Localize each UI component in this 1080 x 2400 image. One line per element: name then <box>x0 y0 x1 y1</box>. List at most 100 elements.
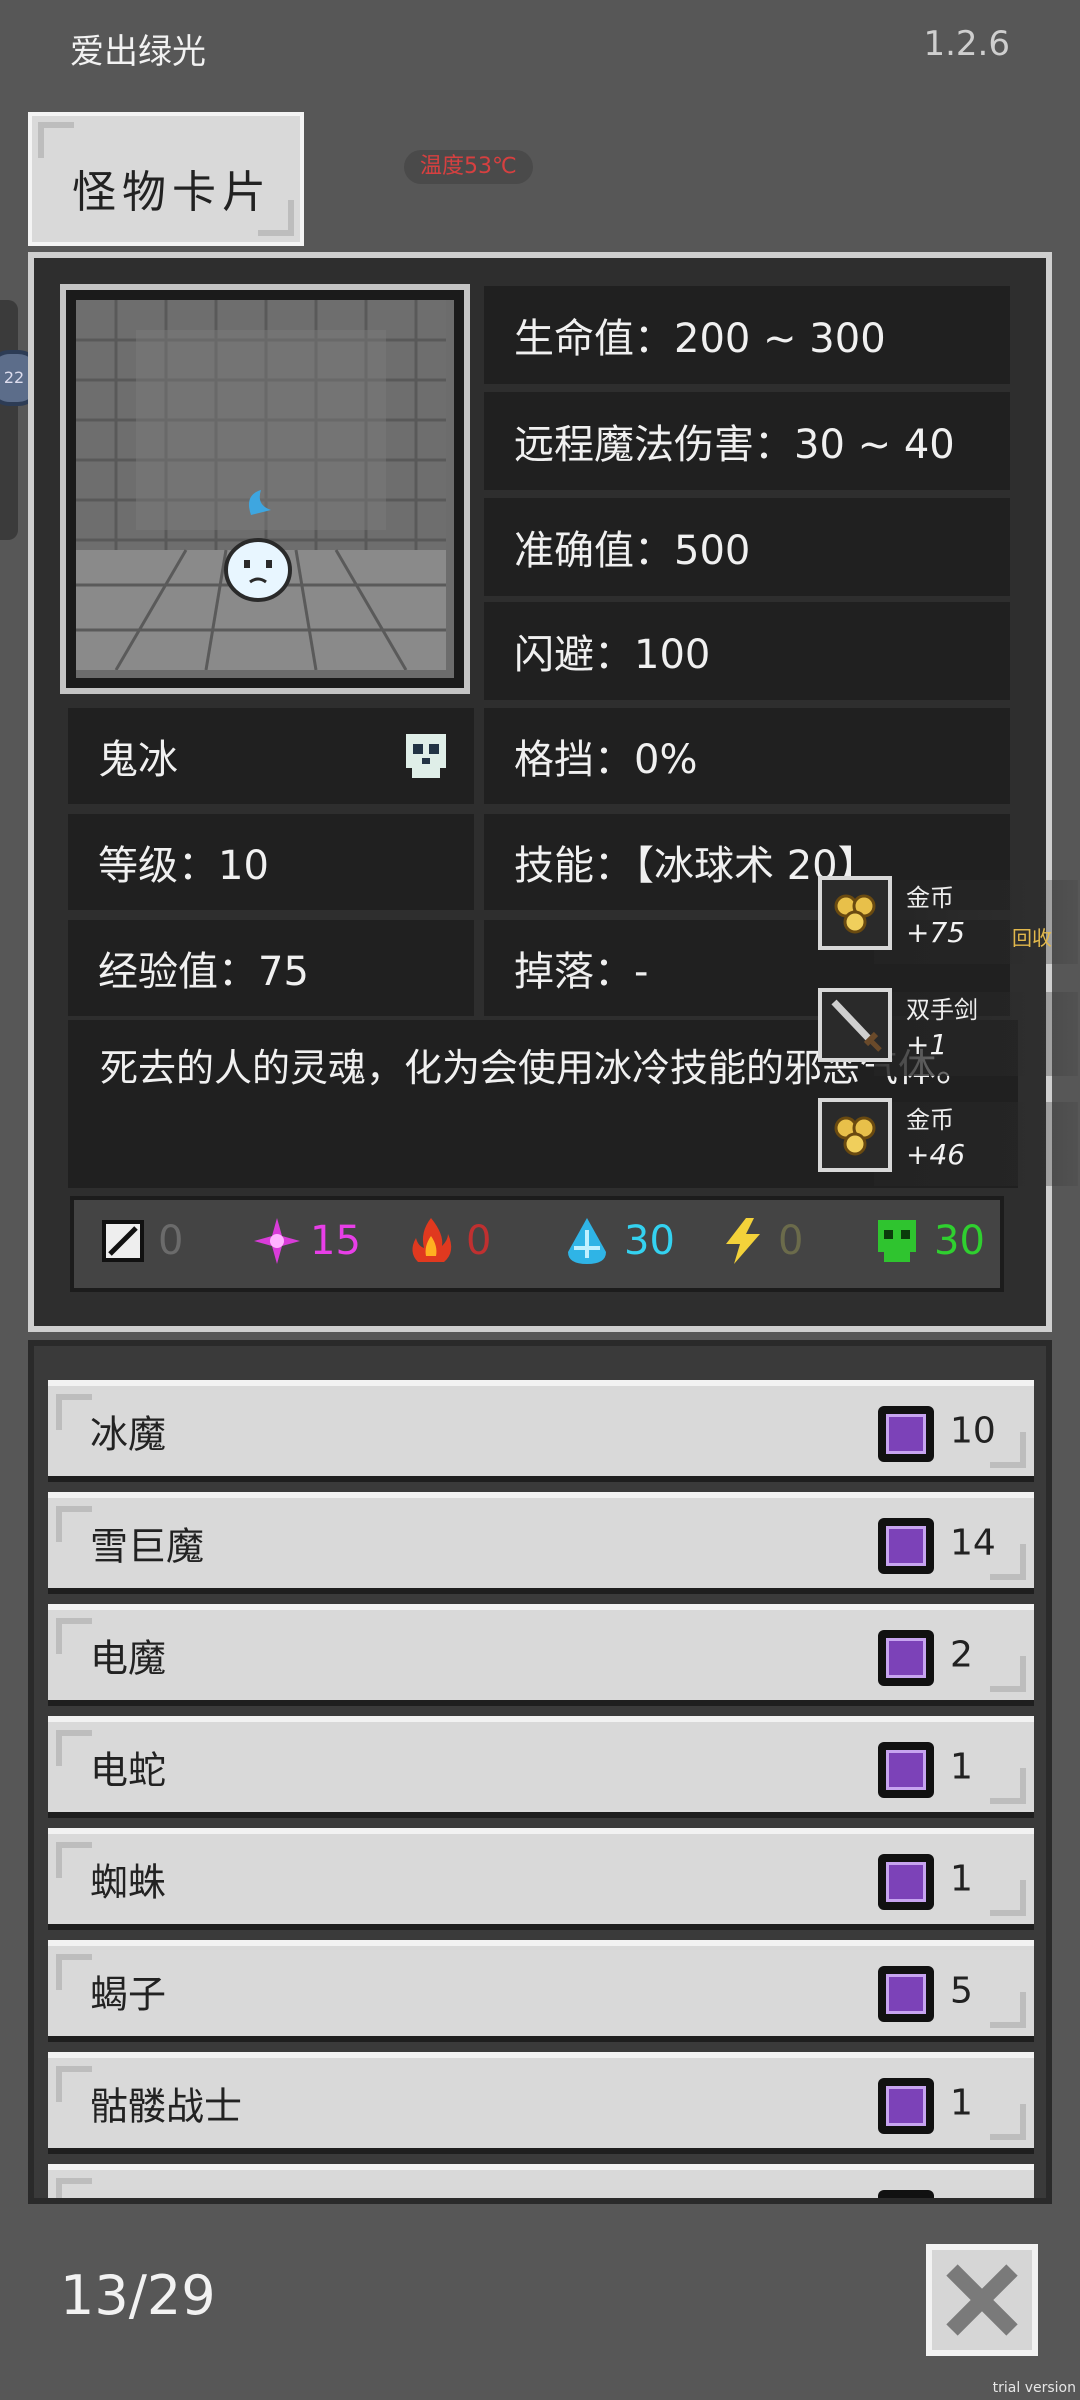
list-item-name: 骷髅战士 <box>90 2084 243 2129</box>
list-item-name: 电蛇 <box>90 1748 167 1793</box>
monster-card-icon <box>878 1630 934 1686</box>
list-item-count: 10 <box>950 1410 996 1452</box>
app-title: 爱出绿光 <box>70 32 206 72</box>
monster-card-icon <box>878 2078 934 2134</box>
ranged-damage-text: 远程魔法伤害：30 ~ 40 <box>514 422 955 468</box>
accuracy-text: 准确值：500 <box>514 528 751 574</box>
list-item-count: 14 <box>950 1522 996 1564</box>
tab-monster-cards[interactable]: 怪物卡片 <box>28 112 304 246</box>
drop-item-name: 金币 <box>906 1106 954 1134</box>
ranged-damage-cell: 远程魔法伤害：30 ~ 40 <box>484 392 1010 490</box>
list-item[interactable]: 蝎子 5 <box>48 1940 1034 2042</box>
monster-name-cell: 鬼冰 <box>68 708 474 804</box>
monster-card-icon <box>878 1518 934 1574</box>
list-item-partial[interactable] <box>48 2164 1034 2198</box>
monster-card-icon <box>878 1406 934 1462</box>
exp-text: 经验值：75 <box>98 949 309 995</box>
drop-item-name: 双手剑 <box>906 996 978 1024</box>
list-item[interactable]: 骷髅战士 1 <box>48 2052 1034 2154</box>
block-text: 格挡：0% <box>514 737 698 783</box>
resistance-physical-value: 0 <box>158 1218 184 1264</box>
drop-item: 金币 +46 <box>814 1092 1078 1192</box>
dodge-cell: 闪避：100 <box>484 602 1010 700</box>
monster-card-icon <box>878 1854 934 1910</box>
tab-label: 怪物卡片 <box>72 167 272 218</box>
drop-item-qty: +46 <box>906 1138 966 1171</box>
accuracy-cell: 准确值：500 <box>484 498 1010 596</box>
corner-decoration <box>56 2178 92 2198</box>
hp-cell: 生命值：200 ~ 300 <box>484 286 1010 384</box>
poison-skull-icon <box>878 1220 916 1262</box>
corner-decoration <box>990 2104 1026 2140</box>
two-handed-sword-icon <box>818 988 892 1062</box>
drop-item-qty: +1 <box>906 1028 948 1061</box>
corner-decoration <box>56 1618 92 1654</box>
drop-item-name: 金币 <box>906 884 954 912</box>
version-label: 1.2.6 <box>923 24 1010 64</box>
list-item[interactable]: 冰魔 10 <box>48 1380 1034 1482</box>
list-item-name: 雪巨魔 <box>90 1524 205 1569</box>
list-item-name: 冰魔 <box>90 1412 167 1457</box>
fire-icon <box>412 1218 452 1262</box>
list-item-count: 1 <box>950 2082 973 2124</box>
drop-item: 双手剑 +1 <box>814 982 1078 1082</box>
corner-decoration <box>56 1506 92 1542</box>
monster-card-icon <box>878 1742 934 1798</box>
lightning-icon <box>726 1218 760 1264</box>
resistance-arcane-value: 15 <box>310 1218 361 1264</box>
dungeon-room-image <box>76 300 446 671</box>
list-item-count: 5 <box>950 1970 973 2012</box>
monster-card-icon <box>878 2190 934 2198</box>
drop-item-qty: +75 <box>906 916 966 949</box>
dodge-text: 闪避：100 <box>514 632 711 678</box>
list-item[interactable]: 蜘蛛 1 <box>48 1828 1034 1930</box>
level-cell: 等级：10 <box>68 814 474 910</box>
resistance-bar: 0 15 0 30 0 30 <box>70 1196 1004 1292</box>
trial-watermark: trial version <box>992 2380 1076 2396</box>
list-item-name: 电魔 <box>90 1636 167 1681</box>
level-text: 等级：10 <box>98 843 269 889</box>
block-cell: 格挡：0% <box>484 708 1010 804</box>
drops-text: 掉落：- <box>514 949 649 995</box>
skull-icon <box>406 734 446 778</box>
hp-text: 生命值：200 ~ 300 <box>514 316 886 362</box>
corner-decoration <box>990 1768 1026 1804</box>
monster-card-icon <box>878 1966 934 2022</box>
temperature-badge: 温度53℃ <box>404 150 533 184</box>
list-item-count: 1 <box>950 1858 973 1900</box>
monster-list[interactable]: 冰魔 10 雪巨魔 14 电魔 2 电蛇 1 蜘蛛 1 蝎子 5 骷髅战士 1 <box>28 1340 1052 2204</box>
gold-coins-icon <box>818 1098 892 1172</box>
resistance-lightning-value: 0 <box>778 1218 804 1264</box>
arcane-star-icon <box>254 1218 300 1264</box>
physical-shield-icon <box>102 1220 144 1262</box>
page-indicator: 13/29 <box>60 2264 216 2327</box>
list-item[interactable]: 电魔 2 <box>48 1604 1034 1706</box>
drop-notification-popup: 金币 +75 双手剑 +1 金币 +46 <box>814 870 1078 1186</box>
gold-coins-icon <box>818 876 892 950</box>
resistance-ice-value: 30 <box>624 1218 675 1264</box>
corner-decoration <box>56 2066 92 2102</box>
close-icon <box>946 2264 1018 2336</box>
corner-decoration <box>38 122 74 158</box>
resistance-fire-value: 0 <box>466 1218 492 1264</box>
corner-decoration <box>990 1880 1026 1916</box>
drop-item: 金币 +75 <box>814 870 1078 970</box>
exp-cell: 经验值：75 <box>68 920 474 1016</box>
list-item-name: 蝎子 <box>90 1972 167 2017</box>
corner-decoration <box>56 1730 92 1766</box>
list-item-count: 2 <box>950 1634 973 1676</box>
monster-portrait <box>60 284 470 694</box>
list-item-name: 蜘蛛 <box>90 1860 167 1905</box>
list-item[interactable]: 雪巨魔 14 <box>48 1492 1034 1594</box>
corner-decoration <box>56 1842 92 1878</box>
corner-decoration <box>990 1992 1026 2028</box>
ice-drop-icon <box>568 1218 606 1264</box>
corner-decoration <box>56 1394 92 1430</box>
corner-decoration <box>56 1954 92 1990</box>
close-button[interactable] <box>926 2244 1038 2356</box>
monster-name: 鬼冰 <box>98 737 178 783</box>
list-item[interactable]: 电蛇 1 <box>48 1716 1034 1818</box>
side-drawer-handle[interactable] <box>0 300 18 540</box>
list-item-count: 1 <box>950 1746 973 1788</box>
recycle-label[interactable]: 回收 <box>1012 922 1052 951</box>
